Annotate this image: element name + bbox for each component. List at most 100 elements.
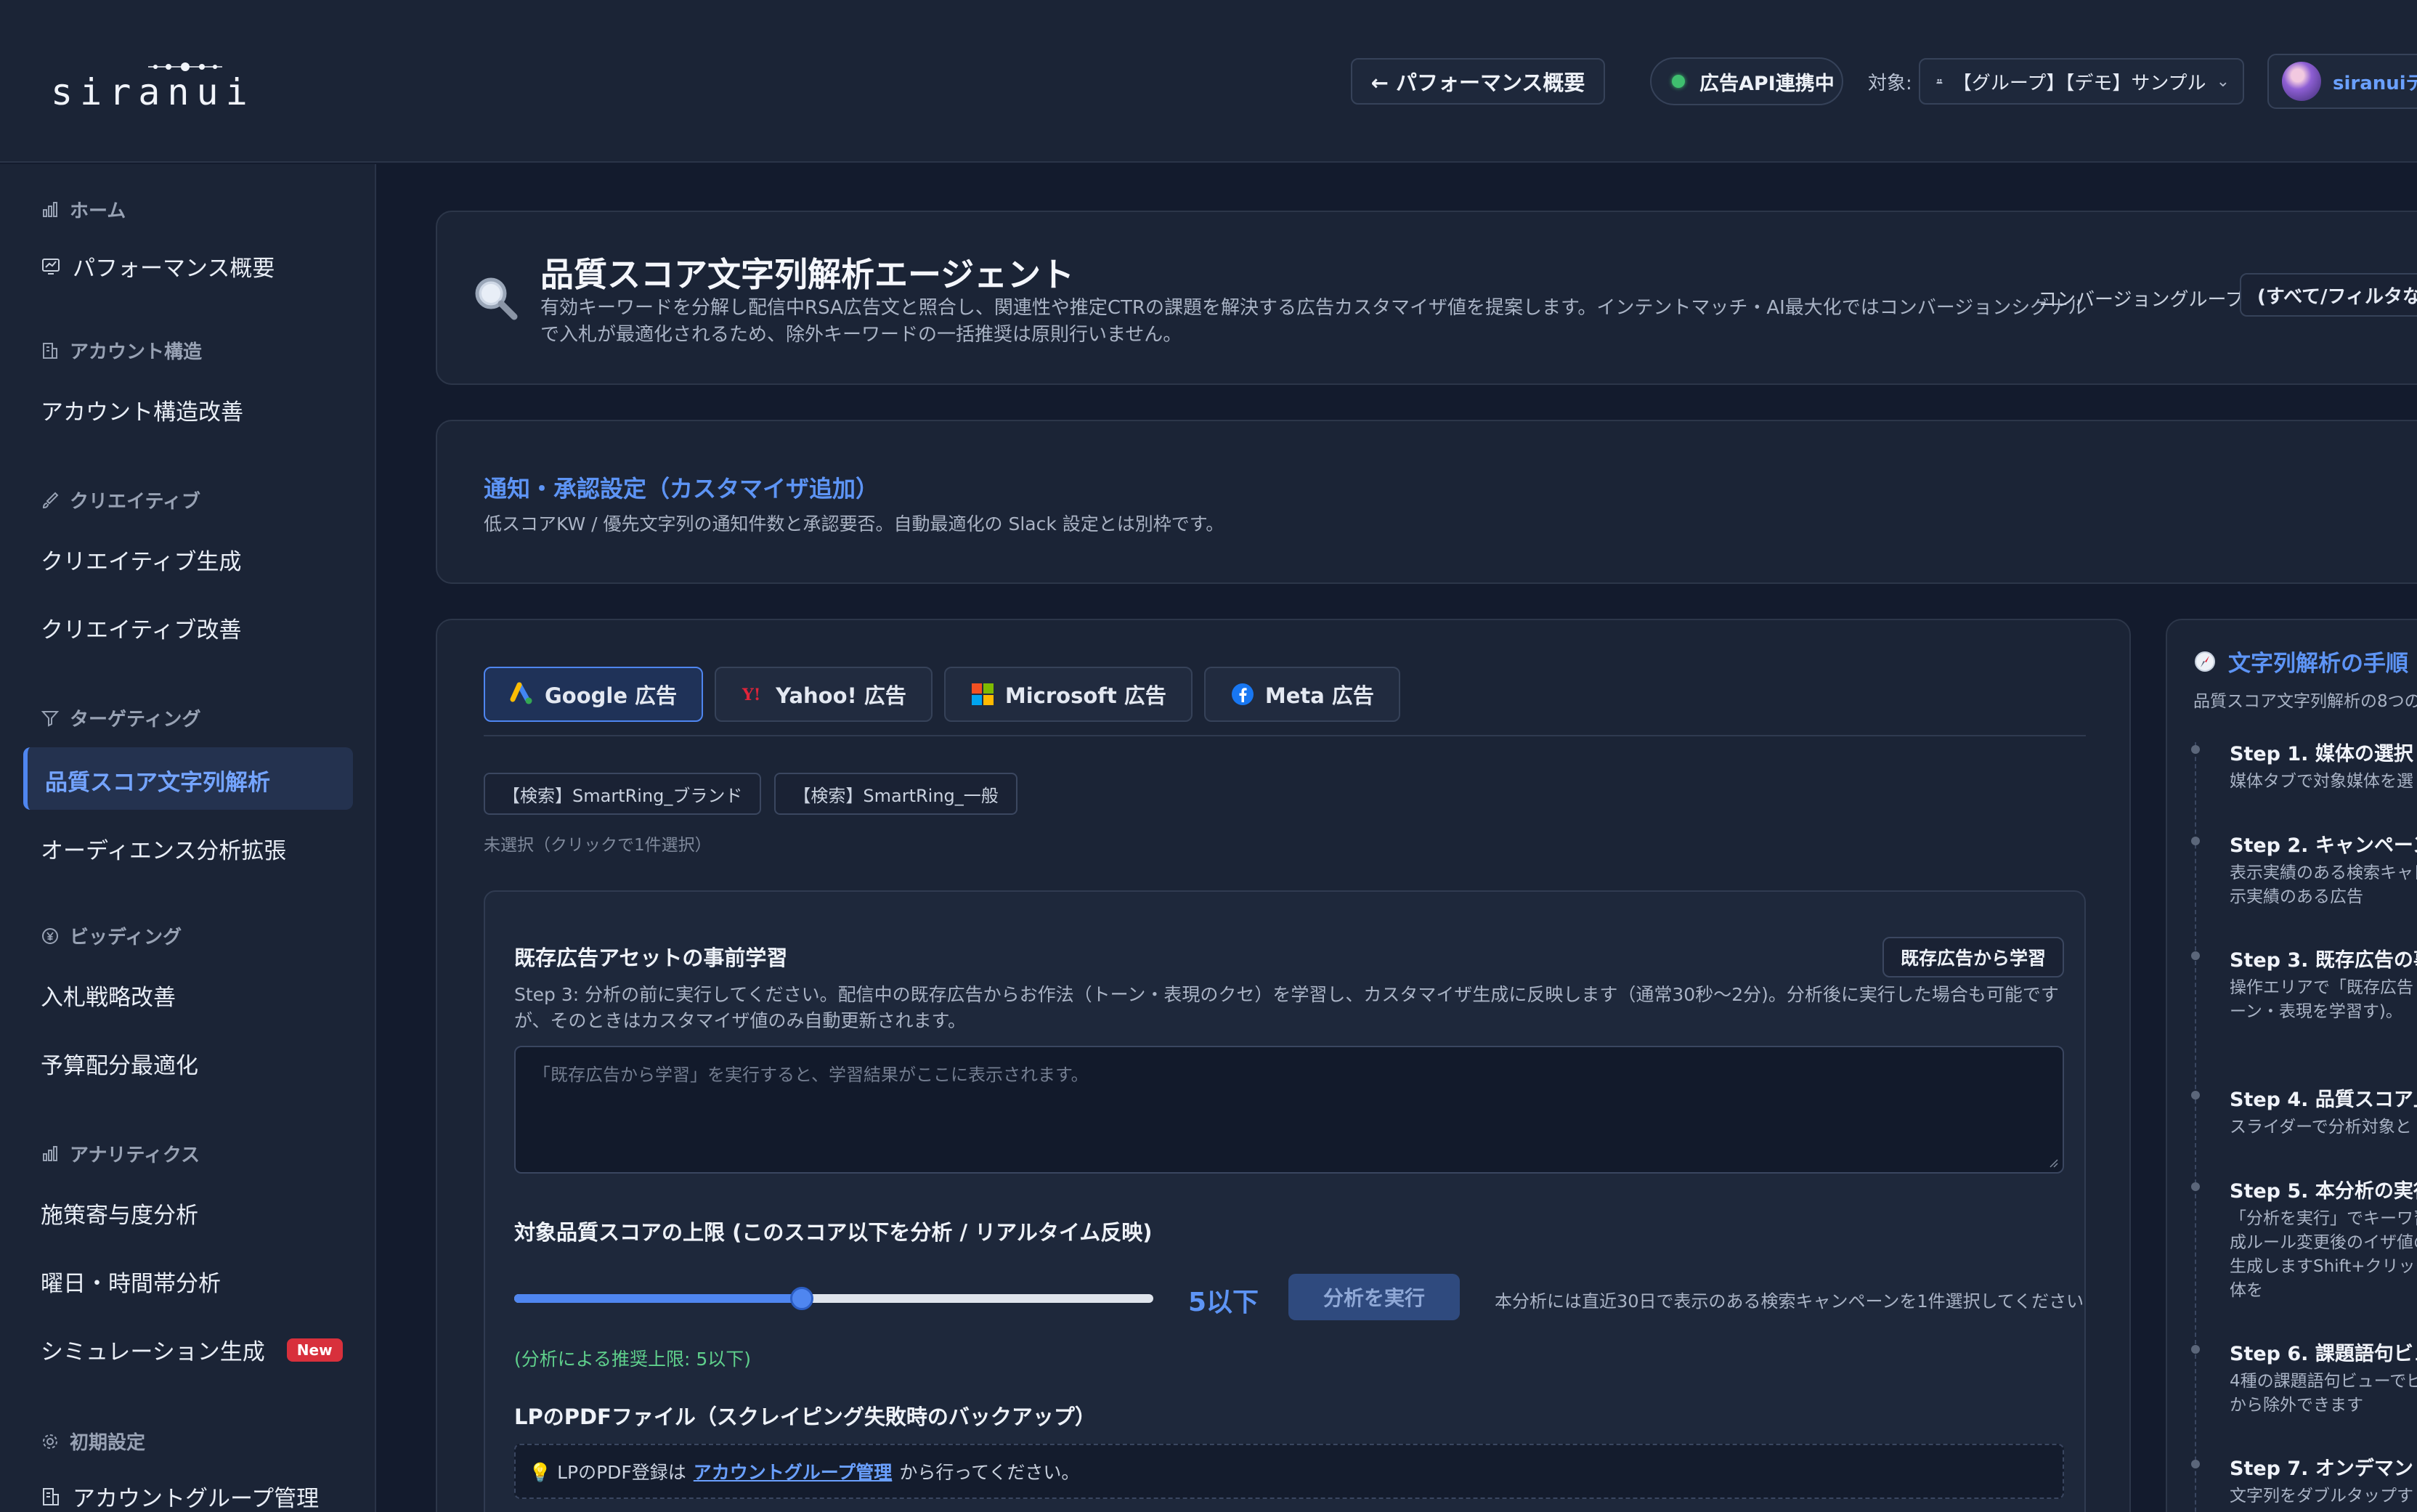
sidebar-item-account-group[interactable]: アカウントグループ管理: [41, 1480, 319, 1512]
slider-fill: [514, 1294, 802, 1303]
step-title: Step 7. オンデマンド: [2230, 1458, 2417, 1480]
sidebar-item-label: オーディエンス分析拡張: [41, 838, 287, 864]
run-analysis-button[interactable]: 分析を実行: [1288, 1274, 1460, 1320]
tab-label: Meta 広告: [1264, 683, 1374, 708]
logo-wordmark: siranui: [51, 71, 255, 113]
learn-from-ads-button[interactable]: 既存広告から学習: [1882, 937, 2064, 977]
sidebar-item-label: 入札戦略改善: [41, 985, 176, 1011]
api-status-pill[interactable]: 広告API連携中: [1650, 57, 1843, 105]
sidebar-item-label: 施策寄与度分析: [41, 1203, 198, 1229]
sidebar-section-label: クリエイティブ: [70, 491, 200, 513]
tab-label: Microsoft 広告: [1004, 683, 1166, 708]
run-analysis-note: 本分析には直近30日で表示のある検索キャンペーンを1件選択してください: [1495, 1291, 2084, 1312]
sidebar-item-performance[interactable]: パフォーマンス概要: [41, 250, 275, 283]
step-title: Step 5. 本分析の実行: [2230, 1180, 2417, 1203]
notification-settings-description: 低スコアKW / 優先文字列の通知件数と承認要否。自動最適化の Slack 設定…: [484, 513, 1224, 535]
gear-icon: [43, 1434, 57, 1449]
lp-pdf-prefix: 💡 LPのPDF登録は: [529, 1462, 686, 1483]
svg-text:Y!: Y!: [742, 686, 760, 704]
user-menu[interactable]: siranuiデモ: [2267, 54, 2417, 109]
campaign-chip[interactable]: 【検索】SmartRing_一般: [774, 773, 1017, 815]
threshold-title: 対象品質スコアの上限 (このスコア以下を分析 / リアルタイム反映): [514, 1220, 1153, 1245]
step-description: 媒体タブで対象媒体を選: [2230, 772, 2413, 791]
avatar: [2282, 62, 2321, 101]
learning-result-textarea[interactable]: 「既存広告から学習」を実行すると、学習結果がここに表示されます。: [514, 1046, 2064, 1174]
sidebar-item-account-structure[interactable]: アカウント構造改善: [41, 394, 243, 426]
step-title: Step 3. 既存広告の事: [2230, 949, 2417, 972]
tab-yahoo-ads[interactable]: Y! Yahoo! 広告: [715, 667, 933, 722]
target-group-select[interactable]: 【グループ】【デモ】サンプル ⌄: [1919, 58, 2244, 105]
sidebar-item-attribution[interactable]: 施策寄与度分析: [41, 1197, 198, 1229]
sidebar-section-label: ターゲティング: [70, 709, 201, 731]
step-title: Step 6. 課題語句ビュ: [2230, 1343, 2417, 1365]
notification-settings-card[interactable]: 通知・承認設定（カスタマイザ追加） 低スコアKW / 優先文字列の通知件数と承認…: [436, 420, 2417, 584]
api-status-label: 広告API連携中: [1699, 72, 1835, 95]
step-description: スライダーで分析対象と: [2230, 1118, 2412, 1137]
sidebar-item-label: アカウントグループ管理: [73, 1486, 320, 1512]
user-name: siranuiデモ: [2333, 72, 2417, 94]
step-title: Step 4. 品質スコア上: [2230, 1089, 2417, 1111]
sidebar-item-creative-generate[interactable]: クリエイティブ生成: [41, 543, 242, 576]
google-ads-icon: [510, 682, 532, 704]
conversion-group-select[interactable]: (すべて/フィルタなし): [2240, 273, 2417, 317]
sidebar-item-label: パフォーマンス概要: [73, 256, 275, 282]
slider-thumb[interactable]: [790, 1287, 813, 1310]
step-dot: [2191, 1460, 2200, 1468]
brush-icon: [42, 492, 59, 508]
step-dot: [2191, 1182, 2200, 1191]
step-dot: [2191, 1345, 2200, 1354]
account-group-link[interactable]: アカウントグループ管理: [694, 1458, 893, 1484]
new-badge: New: [286, 1338, 343, 1362]
sidebar-item-label: シミュレーション生成: [41, 1339, 265, 1365]
bar-chart-icon: [43, 201, 57, 217]
learning-title: 既存広告アセットの事前学習: [514, 946, 788, 970]
sidebar-section-creative: クリエイティブ: [41, 487, 200, 513]
bar-chart-icon: [43, 1145, 57, 1161]
users-icon: [1936, 78, 1943, 84]
yen-coin-icon: [42, 927, 58, 944]
step-description: 「分析を実行」でキーワ習・生成ルール変更後のイザ値のみ再生成しますShift+ク…: [2230, 1209, 2417, 1300]
quality-score-slider[interactable]: [514, 1287, 1153, 1310]
tab-meta-ads[interactable]: Meta 広告: [1203, 667, 1400, 722]
campaign-chip[interactable]: 【検索】SmartRing_ブランド: [484, 773, 762, 815]
step-description: 操作エリアで「既存広告トのトーン・表現を学習す)。: [2230, 978, 2417, 1021]
lp-pdf-suffix: から行ってください。: [899, 1462, 1080, 1483]
siranui-logo[interactable]: siranui: [51, 58, 248, 113]
steps-title: 文字列解析の手順: [2193, 645, 2408, 678]
tab-microsoft-ads[interactable]: Microsoft 広告: [943, 667, 1193, 722]
status-dot-icon: [1672, 75, 1685, 88]
monitor-chart-icon: [42, 258, 60, 275]
sidebar-item-creative-improve[interactable]: クリエイティブ改善: [41, 611, 242, 644]
agent-header-card: 品質スコア文字列解析エージェント 有効キーワードを分解し配信中RSA広告文と照合…: [436, 211, 2417, 385]
campaign-chips: 【検索】SmartRing_ブランド 【検索】SmartRing_一般: [484, 773, 1017, 815]
chevron-down-icon: ⌄: [2216, 72, 2230, 91]
sidebar-item-budget[interactable]: 予算配分最適化: [41, 1047, 198, 1080]
media-tabs: Google 広告 Y! Yahoo! 広告 Microsoft 広告 Meta…: [484, 667, 1400, 722]
resize-handle-icon[interactable]: [2047, 1156, 2058, 1168]
recommended-threshold: (分析による推奨上限: 5以下): [514, 1349, 752, 1370]
notification-settings-title[interactable]: 通知・承認設定（カスタマイザ追加）: [484, 471, 879, 504]
back-to-performance-button[interactable]: ← パフォーマンス概要: [1351, 58, 1605, 105]
tabs-divider: [484, 735, 2086, 736]
step-dot: [2191, 837, 2200, 845]
analysis-main-card: Google 広告 Y! Yahoo! 広告 Microsoft 広告 Meta…: [436, 619, 2131, 1512]
sidebar-item-quality-score[interactable]: 品質スコア文字列解析: [45, 764, 270, 797]
step-dot: [2191, 1091, 2200, 1100]
sidebar-item-label: アカウント構造改善: [41, 399, 243, 426]
sidebar-item-audience[interactable]: オーディエンス分析拡張: [41, 832, 286, 865]
sidebar-section-targeting: ターゲティング: [41, 704, 200, 731]
tab-google-ads[interactable]: Google 広告: [484, 667, 704, 722]
sidebar: ホーム パフォーマンス概要 アカウント構造 アカウント構造改善 クリエイティブ …: [0, 164, 376, 1512]
steps-title-label: 文字列解析の手順: [2228, 651, 2408, 677]
tab-label: Yahoo! 広告: [776, 683, 906, 708]
app-root: siranui ← パフォーマンス概要 広告API連携中 対象: 【グループ】【…: [0, 0, 2417, 1512]
lp-pdf-title: LPのPDFファイル（スクレイピング失敗時のバックアップ）: [514, 1405, 1096, 1429]
sidebar-item-bid-strategy[interactable]: 入札戦略改善: [41, 979, 176, 1012]
sidebar-item-dayparting[interactable]: 曜日・時間帯分析: [41, 1265, 221, 1298]
sidebar-item-simulation[interactable]: シミュレーション生成 New: [41, 1333, 343, 1366]
top-header: siranui ← パフォーマンス概要 広告API連携中 対象: 【グループ】【…: [0, 0, 2417, 163]
step-description: 4種の課題語句ビューでビューから除外できます: [2230, 1372, 2417, 1415]
sidebar-section-settings: 初期設定: [41, 1428, 145, 1455]
threshold-value: 5以下: [1188, 1288, 1259, 1317]
logo-dots-icon: [148, 62, 222, 71]
